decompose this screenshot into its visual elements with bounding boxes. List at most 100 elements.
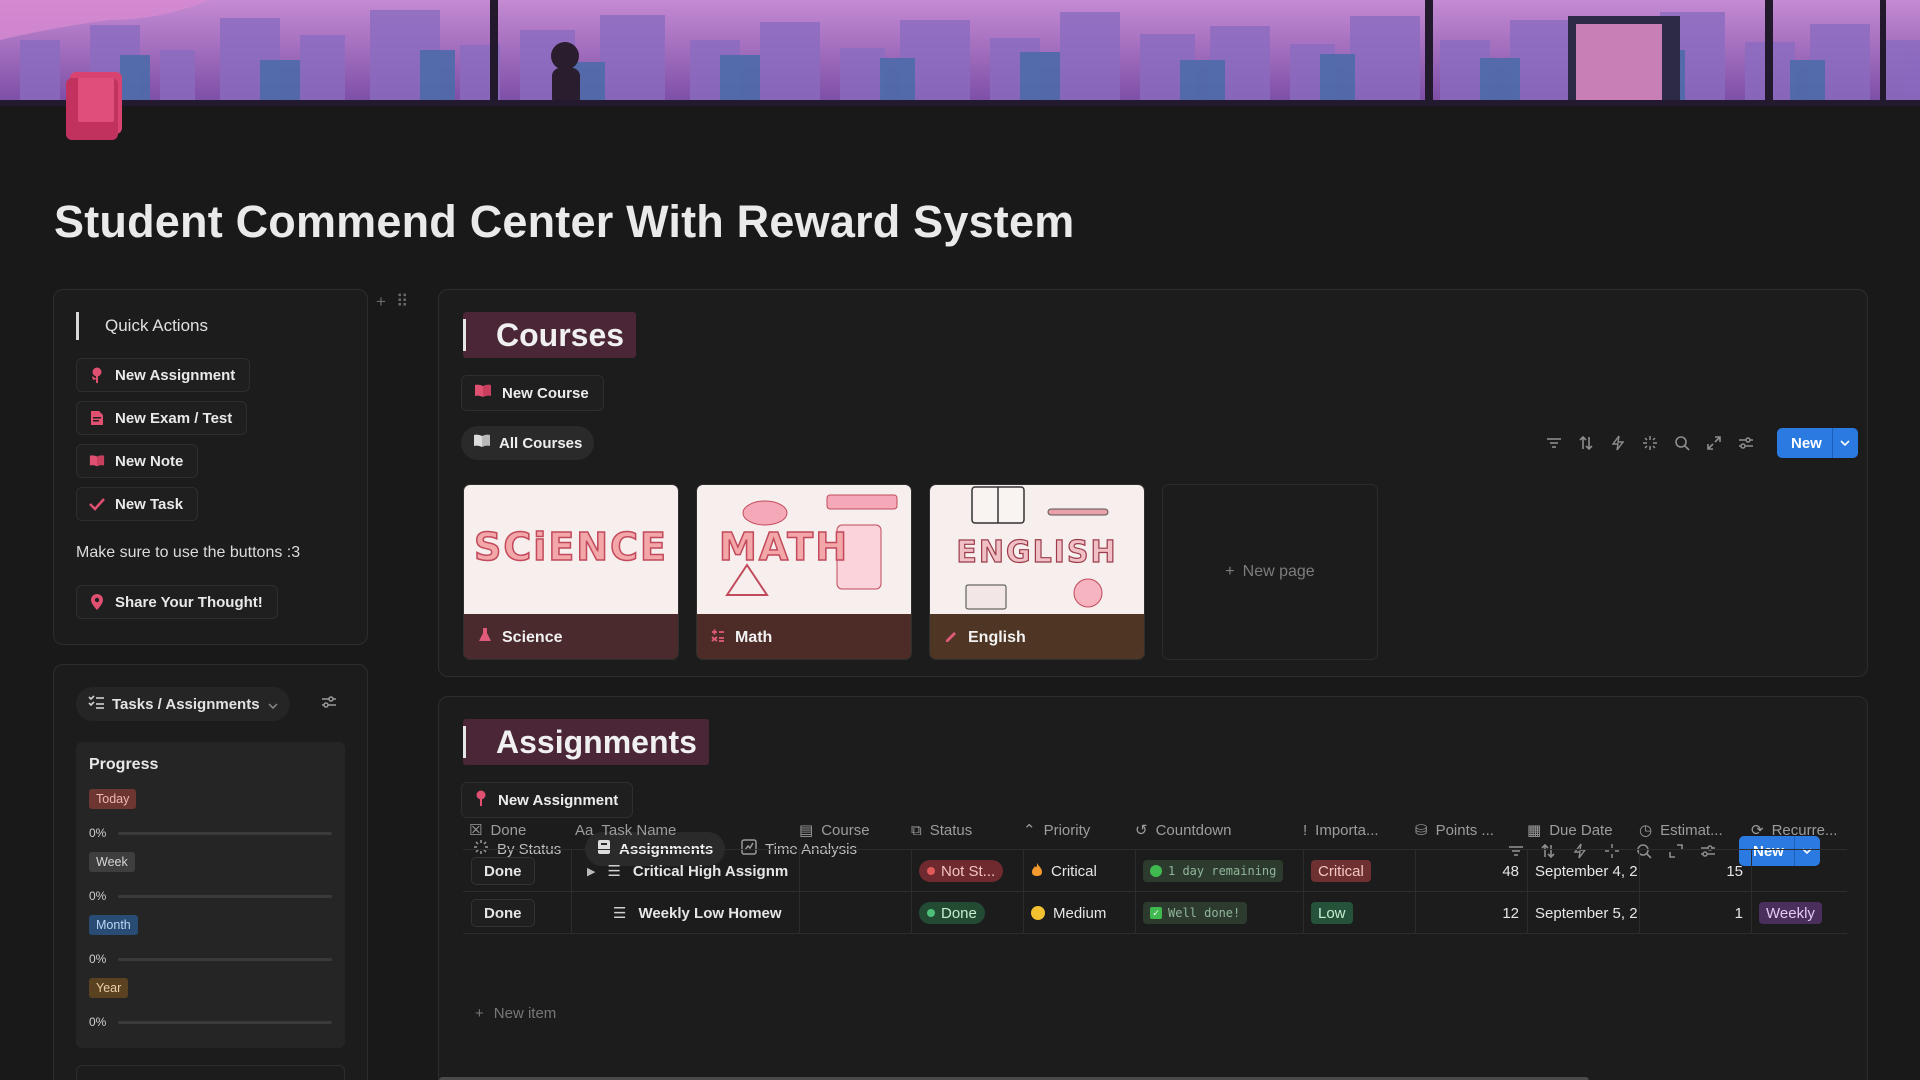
table-row[interactable]: Done ▶ ☰ Critical High Assignm Not St...… [463, 850, 1847, 892]
horizontal-scrollbar[interactable] [439, 1073, 1869, 1080]
importance-cell[interactable]: Low [1311, 892, 1353, 934]
points-cell[interactable]: 12 [1415, 892, 1519, 934]
new-assignment-button[interactable]: New Assignment [76, 358, 251, 392]
list-checks-icon [88, 695, 104, 713]
column-priority[interactable]: ⌃ Priority [1023, 810, 1090, 850]
math-cover-word: MATH [718, 524, 849, 570]
drag-handle-icon[interactable]: ⠿ [396, 292, 408, 312]
plus-icon: + [1225, 563, 1235, 580]
all-courses-label: All Courses [499, 434, 583, 452]
countdown-cell[interactable]: 1 day remaining [1143, 850, 1284, 892]
today-percent: 0% [89, 826, 107, 840]
filter-icon[interactable] [1545, 434, 1563, 452]
countdown-badge: 1 day remaining [1143, 860, 1284, 882]
share-thought-label: Share Your Thought! [115, 593, 263, 611]
status-cell[interactable]: Done [919, 892, 985, 934]
recurrence-cell[interactable]: Weekly [1759, 892, 1822, 934]
recurrence-badge: Weekly [1759, 902, 1822, 924]
due-date-cell[interactable]: September 5, 2 [1535, 892, 1639, 934]
chevron-down-icon [268, 696, 278, 713]
english-card-title: English [968, 628, 1026, 646]
new-page-label: New page [1242, 563, 1315, 580]
calendar-icon: ▦ [1527, 822, 1542, 839]
sort-icon[interactable] [1577, 434, 1595, 452]
new-item-button[interactable]: + New item [475, 1005, 556, 1022]
new-task-button[interactable]: New Task [76, 487, 199, 521]
column-estimate[interactable]: ◷ Estimat... [1639, 810, 1723, 850]
new-page-card[interactable]: + New page [1162, 484, 1378, 660]
history-icon: ↺ [1135, 822, 1148, 839]
table-row[interactable]: Done ☰ Weekly Low Homew Done Medium ✓ We… [463, 892, 1847, 934]
column-task-name[interactable]: Aa Task Name [575, 810, 676, 850]
importance-cell[interactable]: Critical [1311, 850, 1371, 892]
done-button[interactable]: Done [471, 857, 535, 885]
estimate-cell[interactable]: 1 [1639, 892, 1743, 934]
new-assignment-label: New Assignment [115, 366, 236, 384]
due-date-cell[interactable]: September 4, 2 [1535, 850, 1639, 892]
column-points[interactable]: ⛁ Points ... [1415, 810, 1494, 850]
task-name: Critical High Assignm [632, 862, 789, 880]
checkbox-icon: ☒ [469, 822, 483, 839]
sparkle-icon[interactable] [1641, 434, 1659, 452]
column-status[interactable]: ⧉ Status [911, 810, 972, 850]
english-cover-word: ENGLISH [956, 534, 1118, 570]
rose-icon [474, 790, 488, 810]
tab-all-courses[interactable]: All Courses [461, 426, 595, 460]
sliders-icon[interactable] [321, 695, 337, 714]
tasks-view-dropdown[interactable]: Tasks / Assignments [76, 687, 290, 721]
lightning-icon[interactable] [1609, 434, 1627, 452]
status-cell[interactable]: Not St... [919, 850, 1004, 892]
book-open-icon [89, 453, 105, 469]
add-block-icon[interactable]: + [376, 292, 386, 312]
assignments-heading: Assignments [463, 719, 709, 765]
column-course[interactable]: ▤ Course [799, 810, 870, 850]
new-exam-label: New Exam / Test [115, 409, 233, 427]
course-card-english[interactable]: ENGLISH English [929, 484, 1145, 660]
book-open-icon [474, 384, 492, 402]
priority-icon: ⌃ [1023, 822, 1036, 839]
status-dot-icon [927, 867, 935, 875]
task-name-cell[interactable]: ☰ Weekly Low Homew [613, 892, 797, 934]
heading-bar [76, 312, 79, 340]
estimate-cell[interactable]: 15 [1639, 850, 1743, 892]
new-note-button[interactable]: New Note [76, 444, 199, 478]
calculator-icon [711, 628, 725, 647]
status-badge: Done [919, 902, 985, 924]
map-pin-icon [89, 594, 105, 610]
priority-cell[interactable]: Medium [1031, 892, 1106, 934]
new-course-label: New Course [502, 384, 589, 402]
done-button[interactable]: Done [471, 899, 535, 927]
english-cover-image: ENGLISH [930, 485, 1144, 614]
flame-icon [1031, 862, 1043, 881]
points-cell[interactable]: 48 [1415, 850, 1519, 892]
course-card-science[interactable]: SCiENCE Science [463, 484, 679, 660]
column-due-date[interactable]: ▦ Due Date [1527, 810, 1613, 850]
column-importance[interactable]: ! Importa... [1303, 810, 1379, 850]
science-card-footer: Science [464, 614, 678, 659]
year-progress-bar [118, 1021, 332, 1024]
task-name-cell[interactable]: ▶ ☰ Critical High Assignm [587, 850, 797, 892]
assignments-title: Assignments [496, 723, 697, 760]
new-exam-button[interactable]: New Exam / Test [76, 401, 248, 435]
column-recurrence[interactable]: ⟳ Recurre... [1751, 810, 1837, 850]
priority-cell[interactable]: Critical [1031, 850, 1097, 892]
new-button[interactable]: New [1777, 428, 1832, 458]
relation-icon: ▤ [799, 822, 814, 839]
expand-toggle-icon[interactable]: ▶ [587, 865, 595, 878]
exclamation-icon: ! [1303, 821, 1308, 839]
countdown-cell[interactable]: ✓ Well done! [1143, 892, 1248, 934]
column-countdown[interactable]: ↺ Countdown [1135, 810, 1231, 850]
month-badge: Month [89, 915, 138, 935]
expand-icon[interactable] [1705, 434, 1723, 452]
search-icon[interactable] [1673, 434, 1691, 452]
chevron-down-icon[interactable] [1831, 428, 1858, 458]
new-assignment-label: New Assignment [498, 791, 619, 809]
new-course-button[interactable]: New Course [461, 375, 604, 411]
week-percent: 0% [89, 889, 107, 903]
sliders-icon[interactable] [1737, 434, 1755, 452]
column-done[interactable]: ☒ Done [469, 810, 526, 850]
course-card-math[interactable]: MATH Math [696, 484, 912, 660]
share-thought-button[interactable]: Share Your Thought! [76, 585, 278, 619]
progress-card[interactable]: Progress Today 0% Week 0% Month 0% Year … [76, 742, 345, 1048]
pencil-icon [944, 628, 958, 647]
